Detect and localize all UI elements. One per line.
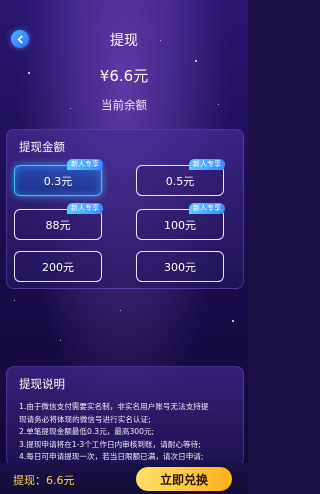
new-user-tag: 新人专享 <box>189 203 225 214</box>
option-label: 100元 <box>164 218 196 232</box>
new-user-tag: 新人专享 <box>67 159 103 170</box>
note-line: 1.由于微信支付需要实名制，非实名用户账号无法支持提 <box>19 402 209 411</box>
header: 提现 <box>0 24 248 54</box>
option-label: 0.3元 <box>43 174 73 188</box>
withdraw-notes-panel: 提现说明 1.由于微信支付需要实名制，非实名用户账号无法支持提 现请务必将体现的… <box>6 366 244 466</box>
panel-title: 提现说明 <box>19 377 65 391</box>
amount-option-300[interactable]: 300元 <box>136 251 224 282</box>
balance-label: 当前余额 <box>101 98 147 112</box>
note-line: 3.提现申请将在1-3个工作日内审核到账，请耐心等待; <box>19 439 201 449</box>
note-line: 4.每日可申请提现一次，若当日限额已满，请次日申请; <box>19 452 204 461</box>
new-user-tag: 新人专享 <box>67 203 103 214</box>
panel-title: 提现金额 <box>19 140 65 154</box>
amount-option-200[interactable]: 200元 <box>14 251 102 282</box>
amount-option-0-3[interactable]: 新人专享 0.3元 <box>14 159 103 196</box>
withdraw-amount-panel: 提现金额 新人专享 0.3元 新人专享 0.5元 新人专享 88元 新人专享 1… <box>6 129 244 289</box>
note-line: 现请务必将体现的微信号进行实名认证; <box>19 414 151 424</box>
notes-list: 1.由于微信支付需要实名制，非实名用户账号无法支持提 现请务必将体现的微信号进行… <box>19 401 233 464</box>
amount-option-88[interactable]: 新人专享 88元 <box>14 203 103 240</box>
amount-option-0-5[interactable]: 新人专享 0.5元 <box>136 159 225 196</box>
note-line: 2.单笔提现金额最低0.3元，最高300元; <box>19 427 155 436</box>
exchange-button[interactable]: 立即兑换 <box>136 467 232 491</box>
page-title: 提现 <box>110 33 138 49</box>
amount-option-100[interactable]: 新人专享 100元 <box>136 203 225 240</box>
balance-amount: ¥6.6元 <box>99 67 149 85</box>
option-label: 88元 <box>45 218 71 232</box>
option-label: 200元 <box>42 260 74 274</box>
option-label: 300元 <box>164 260 196 274</box>
footer-bar: 提现：6.6元 立即兑换 <box>0 463 248 494</box>
withdraw-amount-label: 提现：6.6元 <box>13 474 75 487</box>
new-user-tag: 新人专享 <box>189 159 225 170</box>
option-label: 0.5元 <box>165 174 195 188</box>
